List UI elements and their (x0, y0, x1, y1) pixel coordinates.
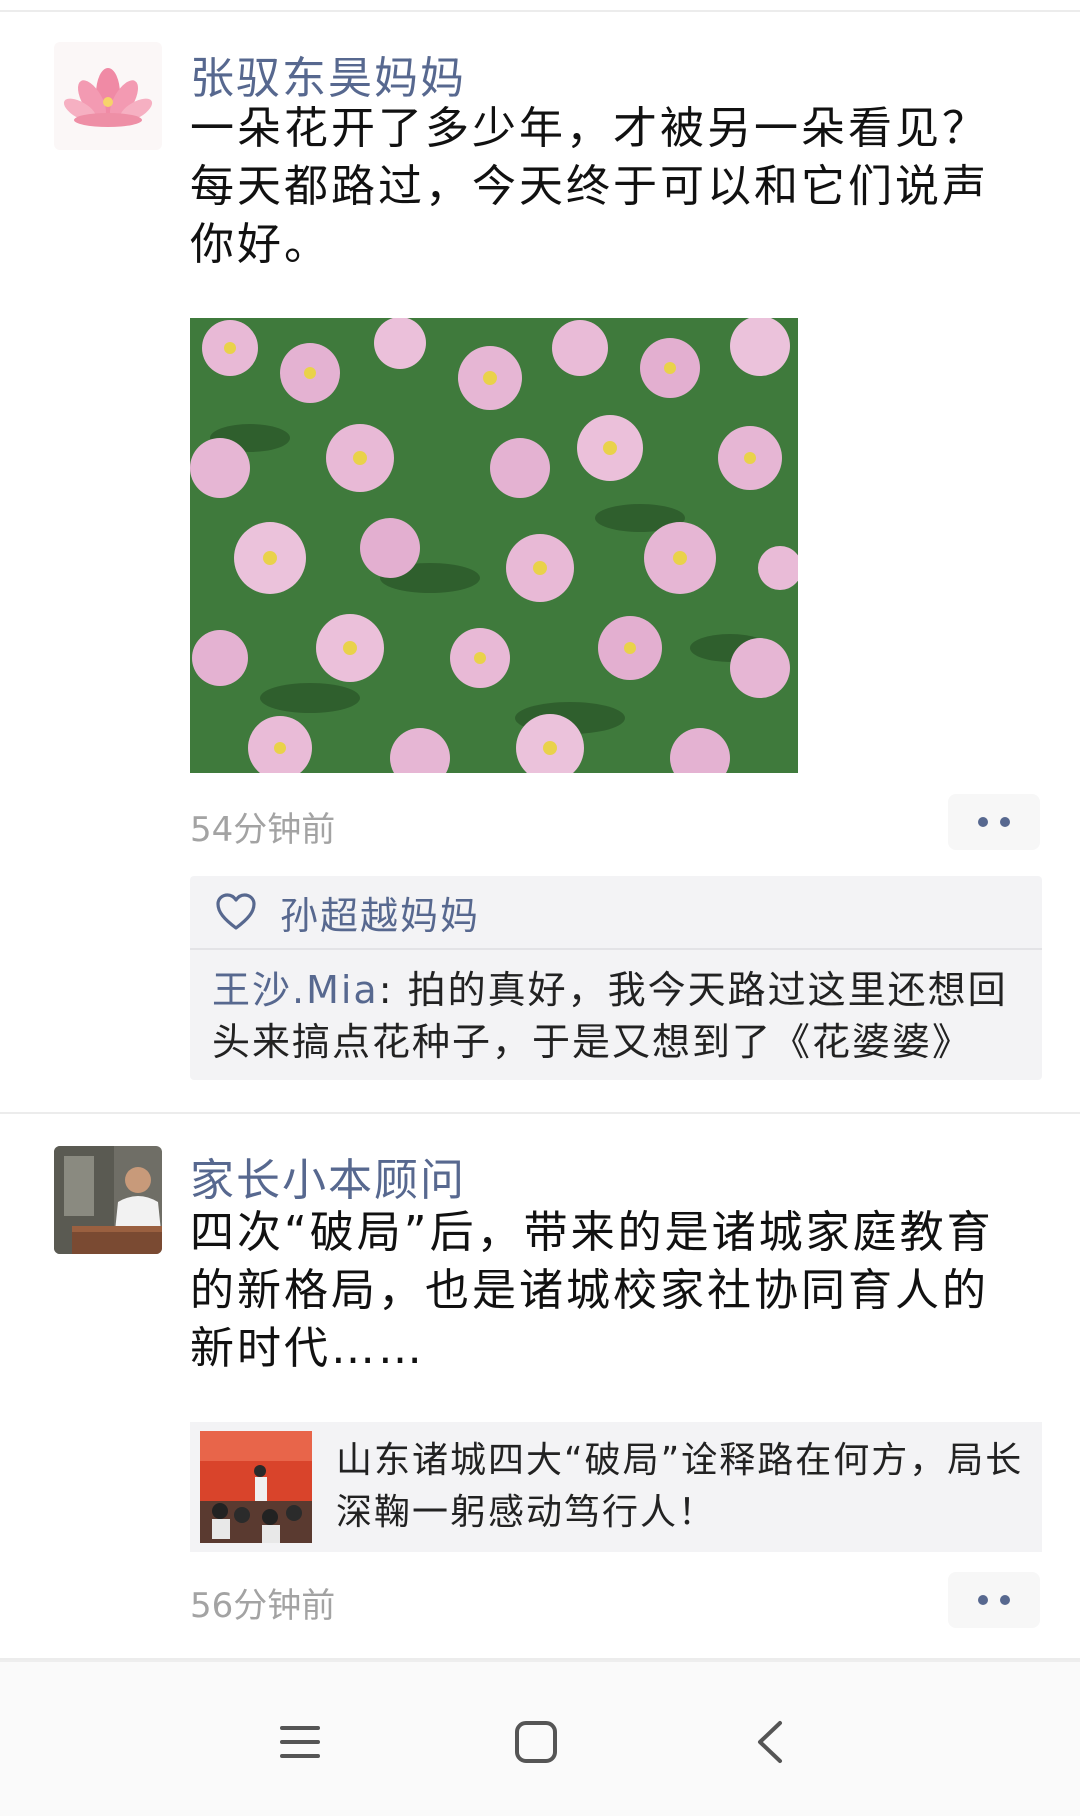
menu-icon-glyph (280, 1726, 320, 1758)
lotus-avatar-image (54, 42, 162, 150)
comment-separator: : (378, 968, 408, 1012)
post-text: 一朵花开了多少年，才被另一朵看见？每天都路过，今天终于可以和它们说声你好。 (190, 103, 989, 270)
flower-field-image (190, 318, 798, 773)
shared-link-card[interactable]: 山东诸城四大“破局”诠释路在何方，局长深鞠一躬感动笃行人！ (190, 1422, 1042, 1552)
more-dots-icon[interactable] (948, 794, 1040, 850)
dot (1000, 817, 1010, 827)
post-text: 四次“破局”后，带来的是诸城家庭教育的新格局，也是诸城校家社协同育人的新时代…… (190, 1207, 994, 1374)
top-divider (0, 0, 1080, 12)
back-chevron-icon[interactable] (730, 1702, 810, 1782)
moment-post: 张驭东昊妈妈 一朵花开了多少年，才被另一朵看见？每天都路过，今天终于可以和它们说… (0, 12, 1080, 1112)
post-timestamp: 56分钟前 (190, 1586, 336, 1626)
post-photo[interactable] (190, 318, 798, 773)
link-thumbnail (200, 1431, 312, 1543)
man-avatar-image (54, 1146, 162, 1254)
heart-icon (216, 893, 256, 930)
system-navigation-bar (0, 1660, 1080, 1816)
post-author-name[interactable]: 家长小本顾问 (190, 1144, 466, 1208)
avatar[interactable] (54, 42, 162, 150)
moment-post: 家长小本顾问 四次“破局”后，带来的是诸城家庭教育的新格局，也是诸城校家社协同育… (0, 1114, 1080, 1659)
comment-author[interactable]: 王沙.Mia (212, 968, 379, 1012)
link-title: 山东诸城四大“破局”诠释路在何方，局长深鞠一躬感动笃行人！ (336, 1440, 1024, 1533)
dot (1000, 1595, 1010, 1605)
post-timestamp: 54分钟前 (190, 810, 336, 850)
more-dots-icon[interactable] (948, 1572, 1040, 1628)
likes-comments-box: 孙超越妈妈 王沙.Mia: 拍的真好，我今天路过这里还想回头来搞点花种子，于是又… (190, 876, 1042, 1080)
back-chevron-glyph (758, 1721, 782, 1763)
menu-icon[interactable] (260, 1702, 340, 1782)
comment[interactable]: 王沙.Mia: 拍的真好，我今天路过这里还想回头来搞点花种子，于是又想到了《花婆… (190, 950, 1042, 1080)
meeting-thumbnail-image (200, 1431, 312, 1543)
post-author-name[interactable]: 张驭东昊妈妈 (190, 42, 466, 106)
home-square-icon[interactable] (496, 1702, 576, 1782)
like-user-name[interactable]: 孙超越妈妈 (280, 885, 480, 940)
avatar[interactable] (54, 1146, 162, 1254)
home-square-glyph (515, 1721, 557, 1763)
dot (978, 817, 988, 827)
dot (978, 1595, 988, 1605)
likes-row: 孙超越妈妈 (190, 876, 1042, 950)
